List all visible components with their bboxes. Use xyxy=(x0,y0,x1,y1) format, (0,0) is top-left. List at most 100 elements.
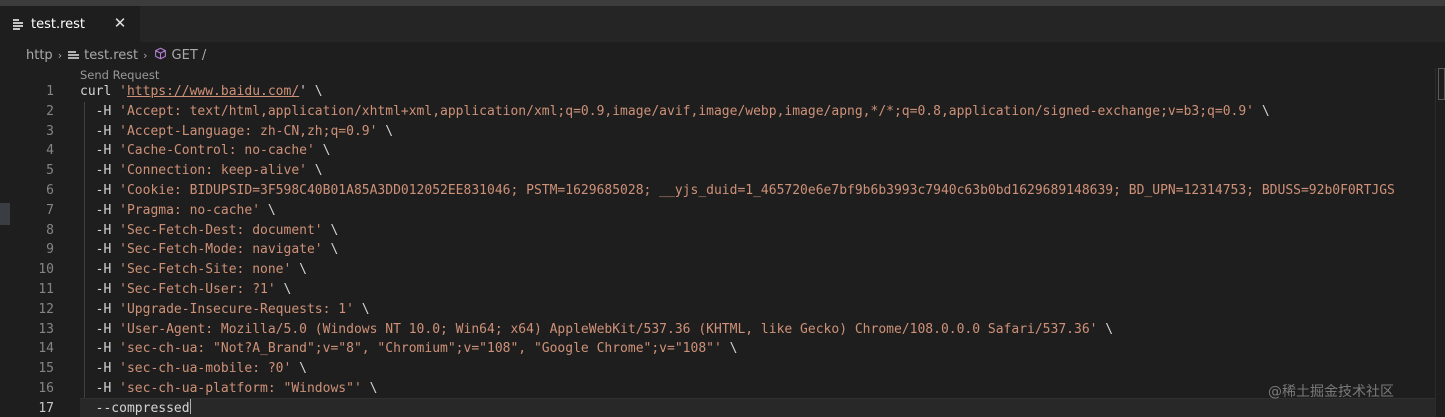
code-tail: \ xyxy=(322,222,339,238)
line-number: 7 xyxy=(46,202,54,218)
code-tail: \ xyxy=(260,202,276,218)
code-flag: -H xyxy=(80,242,120,258)
file-lines-icon xyxy=(68,50,80,60)
line-number: 16 xyxy=(38,380,54,396)
tab-label: test.rest xyxy=(31,16,86,32)
line-number: 3 xyxy=(46,123,54,139)
line-number: 11 xyxy=(38,281,54,297)
line-number: 17 xyxy=(38,400,54,416)
code-flag: -H xyxy=(80,103,120,119)
code-flag: -H xyxy=(80,380,120,396)
header-string: 'Sec-Fetch-Site: none' xyxy=(119,262,292,278)
code-flag: -H xyxy=(80,182,120,198)
header-string: 'Sec-Fetch-Dest: document' xyxy=(119,222,323,238)
code-line[interactable]: -H 'Cookie: BIDUPSID=3F598C40B01A85A3DD0… xyxy=(80,181,1435,201)
code-flag: -H xyxy=(80,143,120,159)
code-flag: -H xyxy=(80,123,120,139)
line-number-gutter: 1 2 3 4 5 6 7 8 9 10 11 12 13 14 15 16 17 xyxy=(0,82,70,417)
line-number: 8 xyxy=(46,222,54,238)
header-string: 'Accept-Language: zh-CN,zh;q=0.9' xyxy=(119,123,378,139)
code-flag: -H xyxy=(80,361,120,377)
code-tail: \ xyxy=(322,242,339,258)
close-icon[interactable]: ✕ xyxy=(111,14,129,32)
line-number: 10 xyxy=(38,262,54,278)
code-tail: \ xyxy=(314,143,331,159)
code-tail: \ xyxy=(361,380,378,396)
header-string: 'Upgrade-Insecure-Requests: 1' xyxy=(119,301,354,317)
code-flag: -H xyxy=(80,281,120,297)
code-tail: \ xyxy=(291,361,307,377)
text-cursor xyxy=(189,398,192,414)
code-line[interactable]: -H 'Pragma: no-cache' \ xyxy=(80,201,1435,221)
code-tail: \ xyxy=(306,163,323,179)
line-number: 15 xyxy=(38,361,54,377)
quote: ' xyxy=(119,84,127,99)
breadcrumb-item-get[interactable]: GET / xyxy=(172,48,207,63)
line-number: 5 xyxy=(46,163,54,179)
code-line[interactable]: -H 'User-Agent: Mozilla/5.0 (Windows NT … xyxy=(80,320,1435,340)
line-number: 6 xyxy=(46,182,54,198)
code-flag: -H xyxy=(80,341,120,357)
code-tail: \ xyxy=(1254,103,1270,119)
code-line[interactable]: -H 'Sec-Fetch-Dest: document' \ xyxy=(80,221,1435,241)
code-line[interactable]: -H 'sec-ch-ua-platform: "Windows"' \ xyxy=(80,379,1435,399)
code-tail: \ xyxy=(291,262,307,278)
header-string: 'sec-ch-ua-platform: "Windows"' xyxy=(119,380,362,396)
chevron-right-icon: › xyxy=(143,48,148,62)
code-tail: \ xyxy=(275,281,292,297)
code-flag: -H xyxy=(80,321,120,337)
code-line[interactable]: -H 'Accept: text/html,application/xhtml+… xyxy=(80,102,1435,122)
header-string: 'User-Agent: Mozilla/5.0 (Windows NT 10.… xyxy=(119,321,1098,337)
header-string: 'Sec-Fetch-Mode: navigate' xyxy=(119,242,323,258)
line-number: 1 xyxy=(46,84,54,99)
code-flag: -H xyxy=(80,163,120,179)
code-line[interactable]: -H 'Sec-Fetch-User: ?1' \ xyxy=(80,280,1435,300)
code-line[interactable]: -H 'Cache-Control: no-cache' \ xyxy=(80,141,1435,161)
header-string: 'sec-ch-ua-mobile: ?0' xyxy=(119,361,292,377)
code-line[interactable]: -H 'Accept-Language: zh-CN,zh;q=0.9' \ xyxy=(80,122,1435,142)
line-number: 2 xyxy=(46,103,54,119)
header-string: 'Cookie: BIDUPSID=3F598C40B01A85A3DD0120… xyxy=(119,182,1395,198)
code-line[interactable]: -H 'sec-ch-ua-mobile: ?0' \ xyxy=(80,359,1435,379)
code-line[interactable]: -H 'Sec-Fetch-Mode: navigate' \ xyxy=(80,240,1435,260)
code-flag: -H xyxy=(80,301,120,317)
chevron-right-icon: › xyxy=(57,48,63,62)
breadcrumb-item-file[interactable]: test.rest xyxy=(84,48,138,63)
code-editor[interactable]: curl 'https://www.baidu.com/' \ -H 'Acce… xyxy=(80,82,1435,417)
code-tail: \ xyxy=(353,301,370,317)
line-number: 14 xyxy=(38,341,54,357)
code-keyword: curl xyxy=(80,84,120,99)
vertical-scrollbar[interactable] xyxy=(1435,68,1445,417)
file-lines-icon xyxy=(12,18,24,30)
code-flag: --compressed xyxy=(80,400,190,416)
header-string: 'Sec-Fetch-User: ?1' xyxy=(119,281,276,297)
scrollbar-slider[interactable] xyxy=(1438,68,1445,100)
breadcrumb: http › test.rest › GET / xyxy=(0,42,1445,68)
header-string: 'Pragma: no-cache' xyxy=(119,202,261,218)
code-line[interactable]: -H 'sec-ch-ua: "Not?A_Brand";v="8", "Chr… xyxy=(80,339,1435,359)
code-flag: -H xyxy=(80,202,120,218)
request-url-link[interactable]: https://www.baidu.com/ xyxy=(127,84,299,99)
header-string: 'Accept: text/html,application/xhtml+xml… xyxy=(119,103,1255,119)
line-number: 4 xyxy=(46,143,54,159)
code-line[interactable]: -H 'Sec-Fetch-Site: none' \ xyxy=(80,260,1435,280)
cube-icon xyxy=(154,47,167,64)
code-line[interactable]: -H 'Upgrade-Insecure-Requests: 1' \ xyxy=(80,300,1435,320)
line-number: 9 xyxy=(46,242,54,258)
code-tail: \ xyxy=(1097,321,1114,337)
header-string: 'Cache-Control: no-cache' xyxy=(119,143,315,159)
tab-bar: test.rest ✕ xyxy=(0,6,1445,42)
breadcrumb-item-http[interactable]: http xyxy=(26,48,53,63)
watermark: @稀土掘金技术社区 xyxy=(1268,384,1394,400)
code-line[interactable]: --compressed xyxy=(80,397,1435,417)
tab-test-rest[interactable]: test.rest ✕ xyxy=(0,6,140,42)
code-tail: \ xyxy=(377,123,394,139)
header-string: 'Connection: keep-alive' xyxy=(119,163,307,179)
code-tail: \ xyxy=(721,341,738,357)
code-flag: -H xyxy=(80,262,120,278)
send-request-codelens[interactable]: Send Request xyxy=(80,68,159,82)
code-line[interactable]: curl 'https://www.baidu.com/' \ xyxy=(80,82,1435,102)
line-number: 13 xyxy=(38,321,54,337)
code-line[interactable]: -H 'Connection: keep-alive' \ xyxy=(80,161,1435,181)
code-tail: ' \ xyxy=(299,84,323,99)
